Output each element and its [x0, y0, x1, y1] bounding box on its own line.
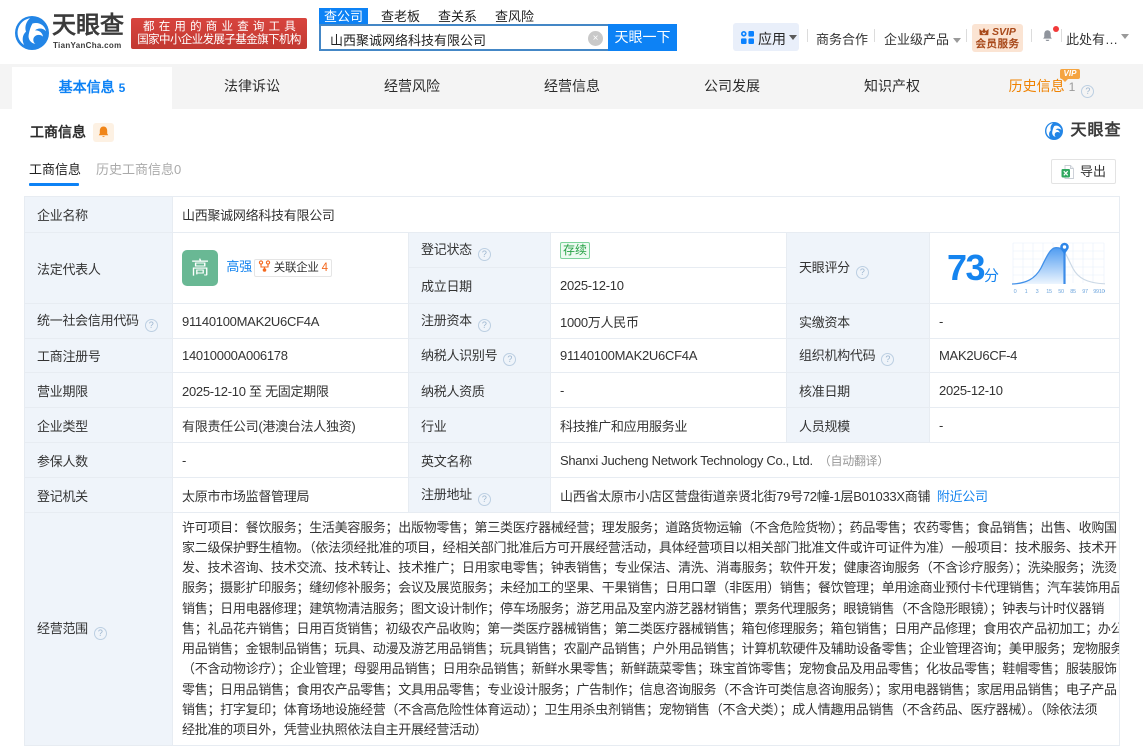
svg-text:97: 97 [1082, 289, 1088, 295]
svg-text:100: 100 [1099, 289, 1105, 295]
svg-text:85: 85 [1070, 289, 1076, 295]
svg-text:1: 1 [1024, 289, 1027, 295]
svg-text:50: 50 [1058, 289, 1064, 295]
svg-text:3: 3 [1035, 289, 1038, 295]
svg-text:0: 0 [1013, 289, 1016, 295]
svg-text:15: 15 [1046, 289, 1052, 295]
